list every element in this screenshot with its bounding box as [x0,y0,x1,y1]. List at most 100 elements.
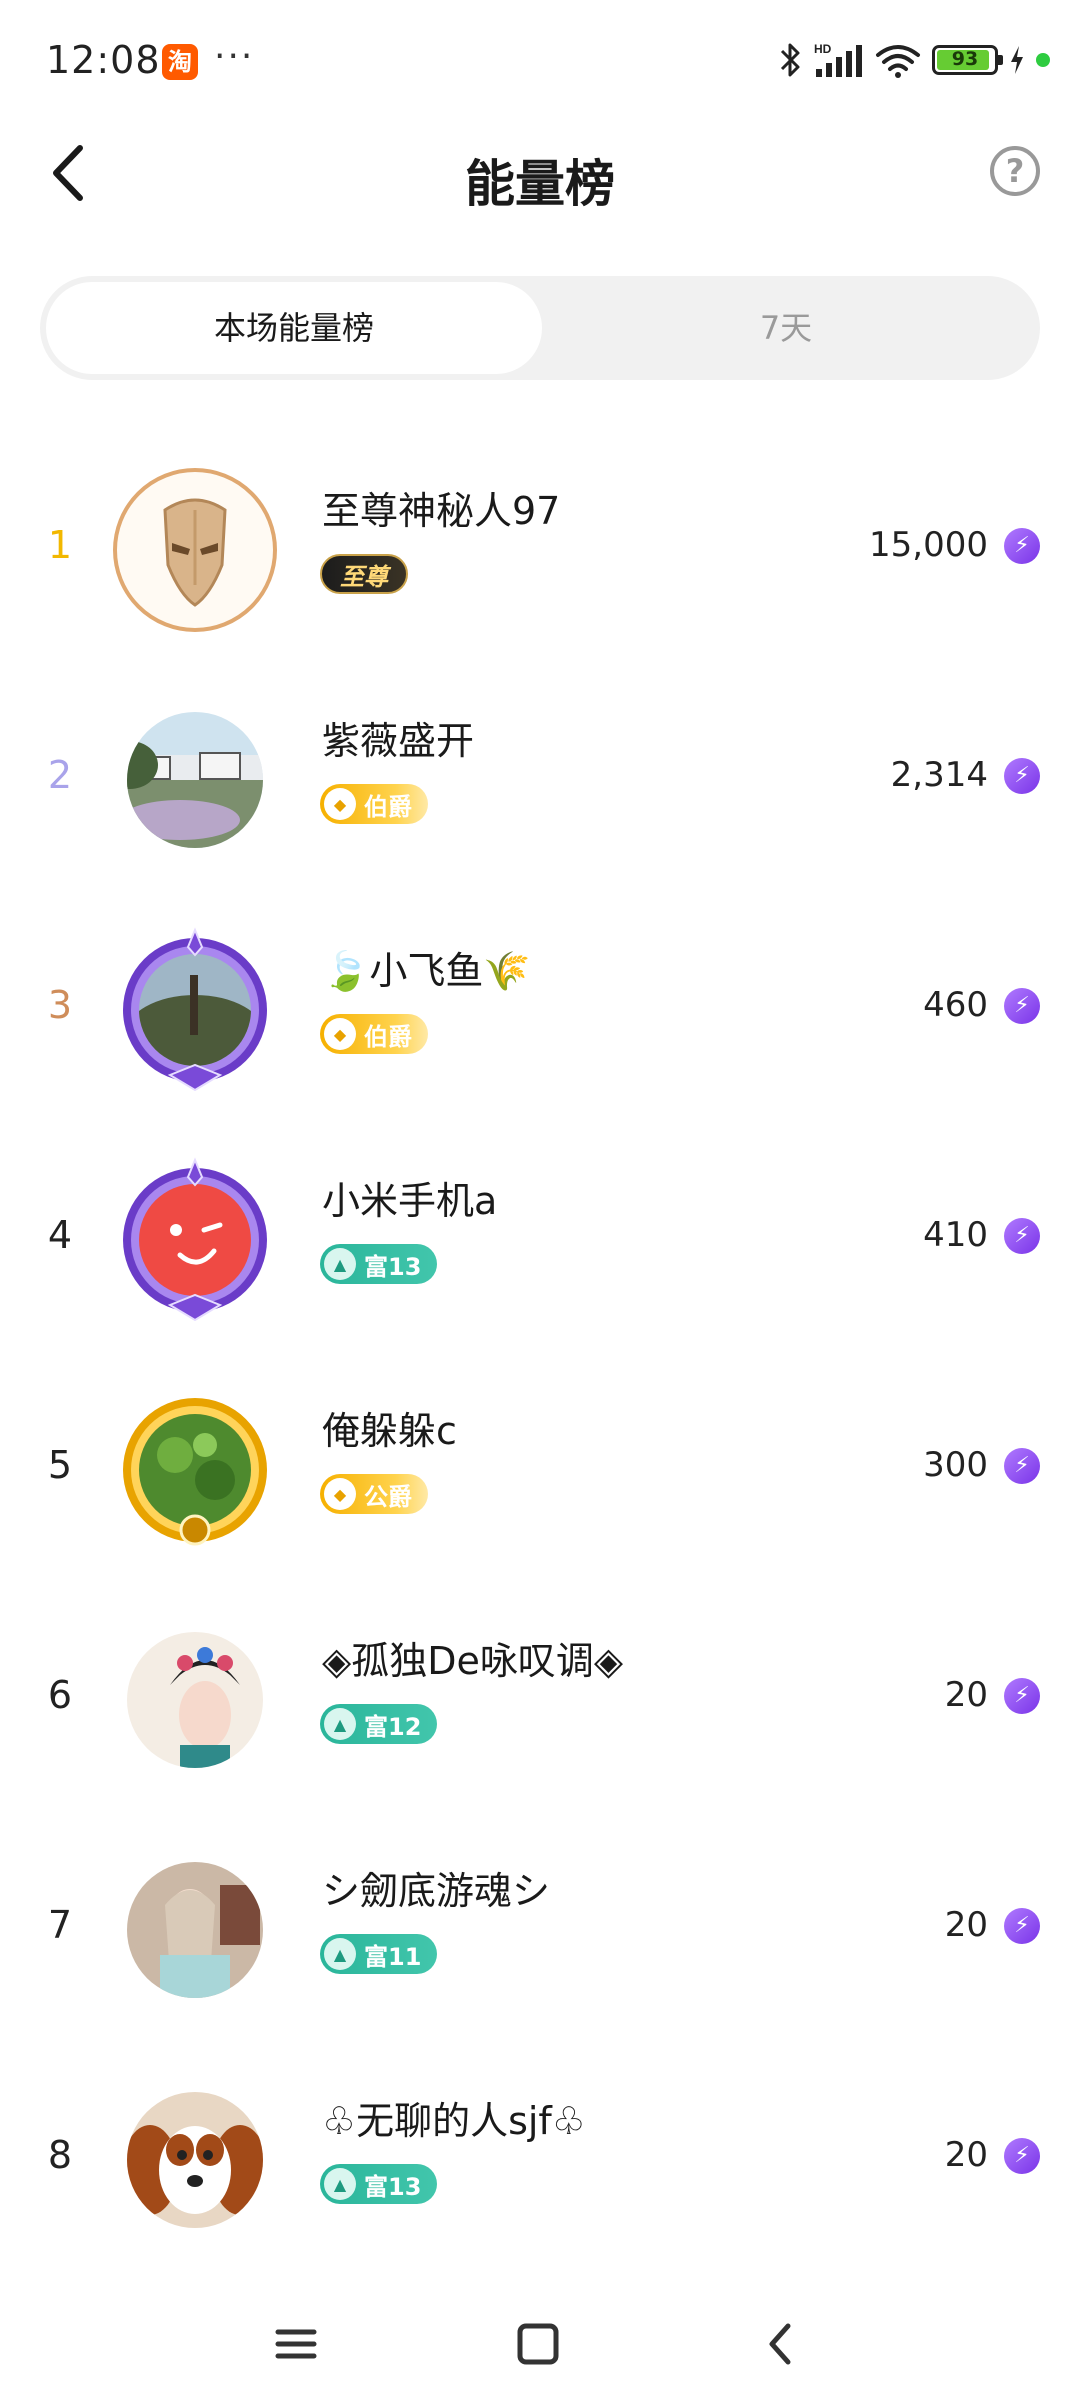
diamond-icon: ◆ [324,1478,356,1510]
ranking-row[interactable]: 6 ◈孤独De咏叹调◈ ▲ 富12 20 ⚡ [0,1580,1080,1810]
noble-badge: ◆ 公爵 [320,1474,428,1514]
ranking-tabs: 本场能量榜 7天 [40,276,1040,380]
opera-avatar [127,1632,263,1768]
bluetooth-icon [780,43,800,77]
wealth-badge: ▲ 富13 [320,2164,438,2204]
wealth-badge: ▲ 富12 [320,1704,438,1744]
lightning-icon: ⚡ [1004,1448,1040,1484]
noble-badge: ◆ 伯爵 [320,784,428,824]
lightning-icon: ⚡ [1004,1218,1040,1254]
ranking-row[interactable]: 5 俺躲躲c ◆ 公爵 300 ⚡ [0,1350,1080,1580]
user-name: ♧无聊的人sjf♧ [322,2099,586,2143]
portrait-avatar [127,1862,263,1998]
privacy-indicator-dot [1036,53,1050,67]
rank-number: 8 [47,2133,73,2177]
ranking-row[interactable]: 1 至尊神秘人97 至尊 15,000 ⚡ [0,430,1080,660]
ranking-row[interactable]: 2 紫薇盛开 ◆ 伯爵 2,314 ⚡ [0,660,1080,890]
lightning-icon: ⚡ [1004,758,1040,794]
badge-label: 伯爵 [364,792,412,821]
triangle-icon: ▲ [324,1248,356,1280]
rank-number: 5 [47,1443,73,1487]
user-name: 紫薇盛开 [322,719,475,763]
rank-number: 6 [47,1673,73,1717]
badge-label: 公爵 [364,1482,412,1511]
battery-level: 93 [951,48,979,70]
wealth-badge: ▲ 富11 [320,1934,438,1974]
charging-icon [1011,46,1023,74]
energy-score: 20 [944,2135,988,2175]
mystery-mask-avatar [113,468,277,632]
avatar[interactable] [110,465,280,635]
user-name: 至尊神秘人97 [322,489,561,533]
app-header: 能量榜 ? [0,110,1080,240]
menu-button[interactable] [266,2314,326,2374]
avatar[interactable] [110,1845,280,2015]
page-title: 能量榜 [465,155,615,213]
energy-score: 2,314 [890,755,988,795]
ranking-row[interactable]: 3 🍃小飞鱼🌾 ◆ 伯爵 460 ⚡ [0,890,1080,1120]
badge-label: 富12 [364,1712,422,1741]
badge-label: 伯爵 [364,1022,412,1051]
rank-number: 3 [47,983,73,1027]
badge-label: 富13 [364,1252,422,1281]
question-circle-icon: ? [1005,152,1025,190]
user-name: 俺躲躲c [322,1409,457,1453]
status-icons: HD 93 [778,40,1050,80]
user-name: ◈孤独De咏叹调◈ [322,1639,624,1683]
energy-score: 410 [923,1215,988,1255]
home-button[interactable] [508,2314,568,2374]
badge-label: 富13 [364,2172,422,2201]
hd-label: HD [814,42,832,56]
signal-icon: HD [814,42,862,77]
avatar[interactable] [110,1385,280,1555]
user-name: 🍃小飞鱼🌾 [322,949,531,993]
tab-current-session[interactable]: 本场能量榜 [46,282,542,374]
taobao-notification-icon: 淘 [162,44,198,80]
purple-frame-avatar [123,927,267,1092]
avatar[interactable] [110,2075,280,2245]
vip-badge: 至尊 [320,554,408,594]
diamond-icon: ◆ [324,1018,356,1050]
lightning-icon: ⚡ [1004,1908,1040,1944]
ranking-row[interactable]: 8 ♧无聊的人sjf♧ ▲ 富13 20 ⚡ [0,2040,1080,2270]
wifi-icon [876,45,920,78]
rank-number: 1 [47,523,73,567]
energy-score: 460 [923,985,988,1025]
triangle-icon: ▲ [324,1708,356,1740]
rank-number: 4 [47,1213,73,1257]
triangle-icon: ▲ [324,1938,356,1970]
gold-frame-avatar [123,1398,267,1546]
lightning-icon: ⚡ [1004,988,1040,1024]
badge-label: 富11 [364,1942,422,1971]
lightning-icon: ⚡ [1004,528,1040,564]
back-nav-button[interactable] [752,2314,812,2374]
lightning-icon: ⚡ [1004,1678,1040,1714]
avatar[interactable] [110,925,280,1095]
help-button[interactable]: ? [990,146,1040,196]
avatar[interactable] [110,695,280,865]
user-name: シ劒底游魂シ [322,1869,551,1913]
rank-number: 2 [47,753,73,797]
badge-label: 至尊 [340,562,388,591]
ranking-row[interactable]: 4 小米手机a ▲ 富13 410 ⚡ [0,1120,1080,1350]
energy-score: 300 [923,1445,988,1485]
status-time: 12:08 [46,38,161,82]
avatar[interactable] [110,1615,280,1785]
energy-score: 20 [944,1675,988,1715]
wealth-badge: ▲ 富13 [320,1244,438,1284]
landscape-avatar [127,712,263,848]
avatar[interactable] [110,1155,280,1325]
battery-icon: 93 [932,45,1003,75]
lightning-icon: ⚡ [1004,2138,1040,2174]
more-notifications-icon: ··· [214,36,255,77]
user-name: 小米手机a [322,1179,498,1223]
tab-7-days[interactable]: 7天 [538,282,1034,374]
diamond-icon: ◆ [324,788,356,820]
energy-score: 15,000 [869,525,988,565]
ranking-list: 1 至尊神秘人97 至尊 15,000 ⚡ 2 紫薇盛开 ◆ 伯爵 2,314 … [0,430,1080,2270]
ranking-row[interactable]: 7 シ劒底游魂シ ▲ 富11 20 ⚡ [0,1810,1080,2040]
status-bar: 12:08 淘 ··· HD 93 [0,0,1080,110]
triangle-icon: ▲ [324,2168,356,2200]
wink-face-avatar [123,1157,267,1322]
energy-score: 20 [944,1905,988,1945]
